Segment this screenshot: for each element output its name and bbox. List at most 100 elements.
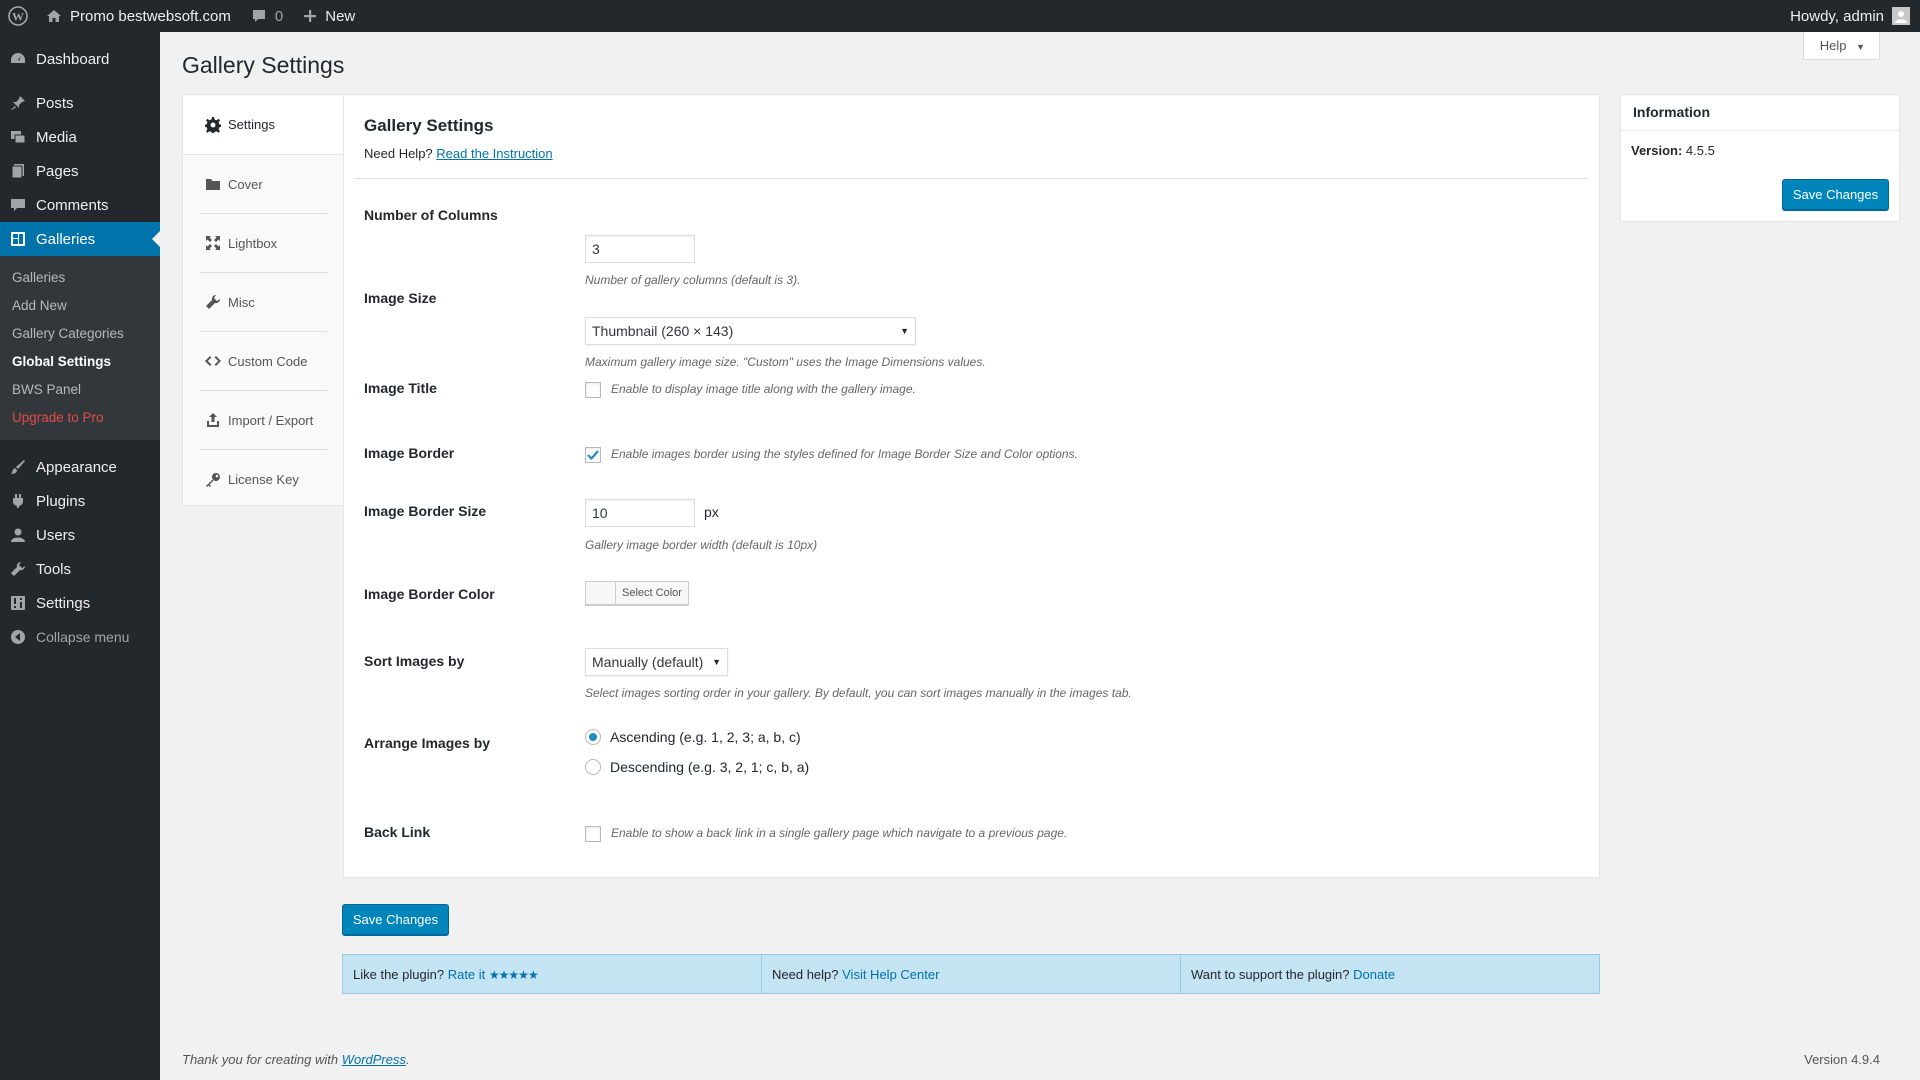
sidebar-item-label: Users [36,526,76,544]
help-cell: Need help? Visit Help Center [762,955,1181,993]
tab-label: Settings [228,117,275,132]
sidebar-item-label: Comments [36,196,109,214]
collapse-icon [10,629,26,645]
settings-icon [10,595,26,611]
comment-icon [251,8,267,24]
panel-title: Gallery Settings [364,116,494,135]
image-border-checkbox[interactable] [585,447,601,463]
like-text: Like the plugin? [353,967,445,982]
columns-value: 3 [592,241,600,257]
border-size-input[interactable]: 10 [585,499,695,527]
wordpress-link[interactable]: WordPress [342,1052,406,1067]
version-line: Version: 4.5.5 [1621,131,1899,170]
folder-icon [204,175,222,193]
submenu-item-bws-panel[interactable]: BWS Panel [0,376,160,404]
color-swatch [586,582,616,604]
new-content-link[interactable]: New [293,0,365,32]
border-size-unit: px [704,504,719,520]
help-tab-button[interactable]: Help ▼ [1802,32,1880,60]
media-icon [10,129,26,145]
border-size-desc: Gallery image border width (default is 1… [585,538,818,552]
dropdown-arrow-icon: ▼ [900,326,909,336]
submenu-item-upgrade[interactable]: Upgrade to Pro [0,404,160,432]
code-icon [204,352,222,370]
read-instruction-link[interactable]: Read the Instruction [436,146,552,161]
sidebar-item-label: Tools [36,560,72,578]
sort-by-desc: Select images sorting order in your gall… [585,686,1132,700]
submenu-item-global-settings[interactable]: Global Settings [0,348,160,376]
submenu-item-add-new[interactable]: Add New [0,292,160,320]
sidebar-item-comments[interactable]: Comments [0,188,160,222]
star-rating-icon: ★★★★★ [488,968,539,982]
sidebar-item-settings[interactable]: Settings [0,586,160,620]
tab-settings[interactable]: Settings [183,95,344,155]
dashboard-icon [10,51,26,67]
submenu-item-galleries[interactable]: Galleries [0,264,160,292]
tab-misc[interactable]: Misc [199,273,327,332]
tab-custom-code[interactable]: Custom Code [199,332,327,391]
sidebar-item-appearance[interactable]: Appearance [0,450,160,484]
image-size-select[interactable]: Thumbnail (260 × 143) ▼ [585,317,916,345]
sidebar-item-label: Dashboard [36,50,110,68]
collapse-menu-button[interactable]: Collapse menu [0,620,160,654]
thanks-period: . [406,1052,410,1067]
sort-by-select[interactable]: Manually (default) ▼ [585,648,728,676]
divider [354,178,1589,179]
sidebar-item-dashboard[interactable]: Dashboard [0,42,160,76]
sidebar-item-users[interactable]: Users [0,518,160,552]
need-help-text: Need Help? [364,146,433,161]
border-size-value: 10 [592,505,608,521]
sidebar-item-tools[interactable]: Tools [0,552,160,586]
sidebar-item-posts[interactable]: Posts [0,86,160,120]
sidebar-item-galleries[interactable]: Galleries [0,222,160,256]
radio-ascending[interactable] [585,729,601,745]
new-label: New [325,7,356,25]
tab-lightbox[interactable]: Lightbox [199,214,327,273]
need-help-text: Need help? [772,967,839,982]
brush-icon [10,459,26,475]
image-border-text: Enable images border using the styles de… [611,447,1078,461]
sidebar-item-label: Pages [36,162,79,180]
image-title-checkbox[interactable] [585,382,601,398]
help-center-link[interactable]: Visit Help Center [842,967,939,982]
tab-license-key[interactable]: License Key [199,450,327,509]
tab-label: Lightbox [228,235,278,251]
rate-label: Rate it [447,967,486,982]
home-icon [46,8,62,24]
back-link-checkbox[interactable] [585,826,601,842]
tab-cover[interactable]: Cover [199,155,327,214]
wrench-icon [204,293,222,311]
columns-input[interactable]: 3 [585,235,695,263]
comments-link[interactable]: 0 [241,0,293,32]
key-icon [204,471,222,489]
sidebar-item-plugins[interactable]: Plugins [0,484,160,518]
save-changes-button-side[interactable]: Save Changes [1782,179,1889,210]
sidebar-item-label: Plugins [36,492,86,510]
dropdown-arrow-icon: ▼ [712,657,721,667]
radio-descending[interactable] [585,759,601,775]
select-color-button[interactable]: Select Color [585,581,689,605]
comments-count: 0 [274,7,284,25]
version-label: Version: [1631,143,1683,158]
site-name-link[interactable]: Promo bestwebsoft.com [36,0,241,32]
submenu-item-gallery-categories[interactable]: Gallery Categories [0,320,160,348]
save-changes-button[interactable]: Save Changes [342,904,449,935]
admin-sidebar: Dashboard Posts Media Pages Comments Gal… [0,32,160,1080]
tab-label: Misc [228,294,255,310]
image-size-desc: Maximum gallery image size. "Custom" use… [585,355,986,369]
pin-icon [10,95,26,111]
pages-icon [10,163,26,179]
information-box: Information Version: 4.5.5 Save Changes [1620,94,1900,222]
plugin-icon [10,493,26,509]
donate-link[interactable]: Donate [1353,967,1395,982]
back-link-text: Enable to show a back link in a single g… [611,826,1068,840]
wordpress-logo-icon[interactable]: W [0,0,36,32]
sidebar-item-pages[interactable]: Pages [0,154,160,188]
tab-import-export[interactable]: Import / Export [199,391,327,450]
sidebar-item-media[interactable]: Media [0,120,160,154]
my-account-link[interactable]: Howdy, admin [1780,0,1920,32]
wrench-icon [10,561,26,577]
site-name: Promo bestwebsoft.com [70,7,231,25]
rate-link[interactable]: Rate it ★★★★★ [447,967,539,982]
radio-selected-dot [589,733,597,741]
